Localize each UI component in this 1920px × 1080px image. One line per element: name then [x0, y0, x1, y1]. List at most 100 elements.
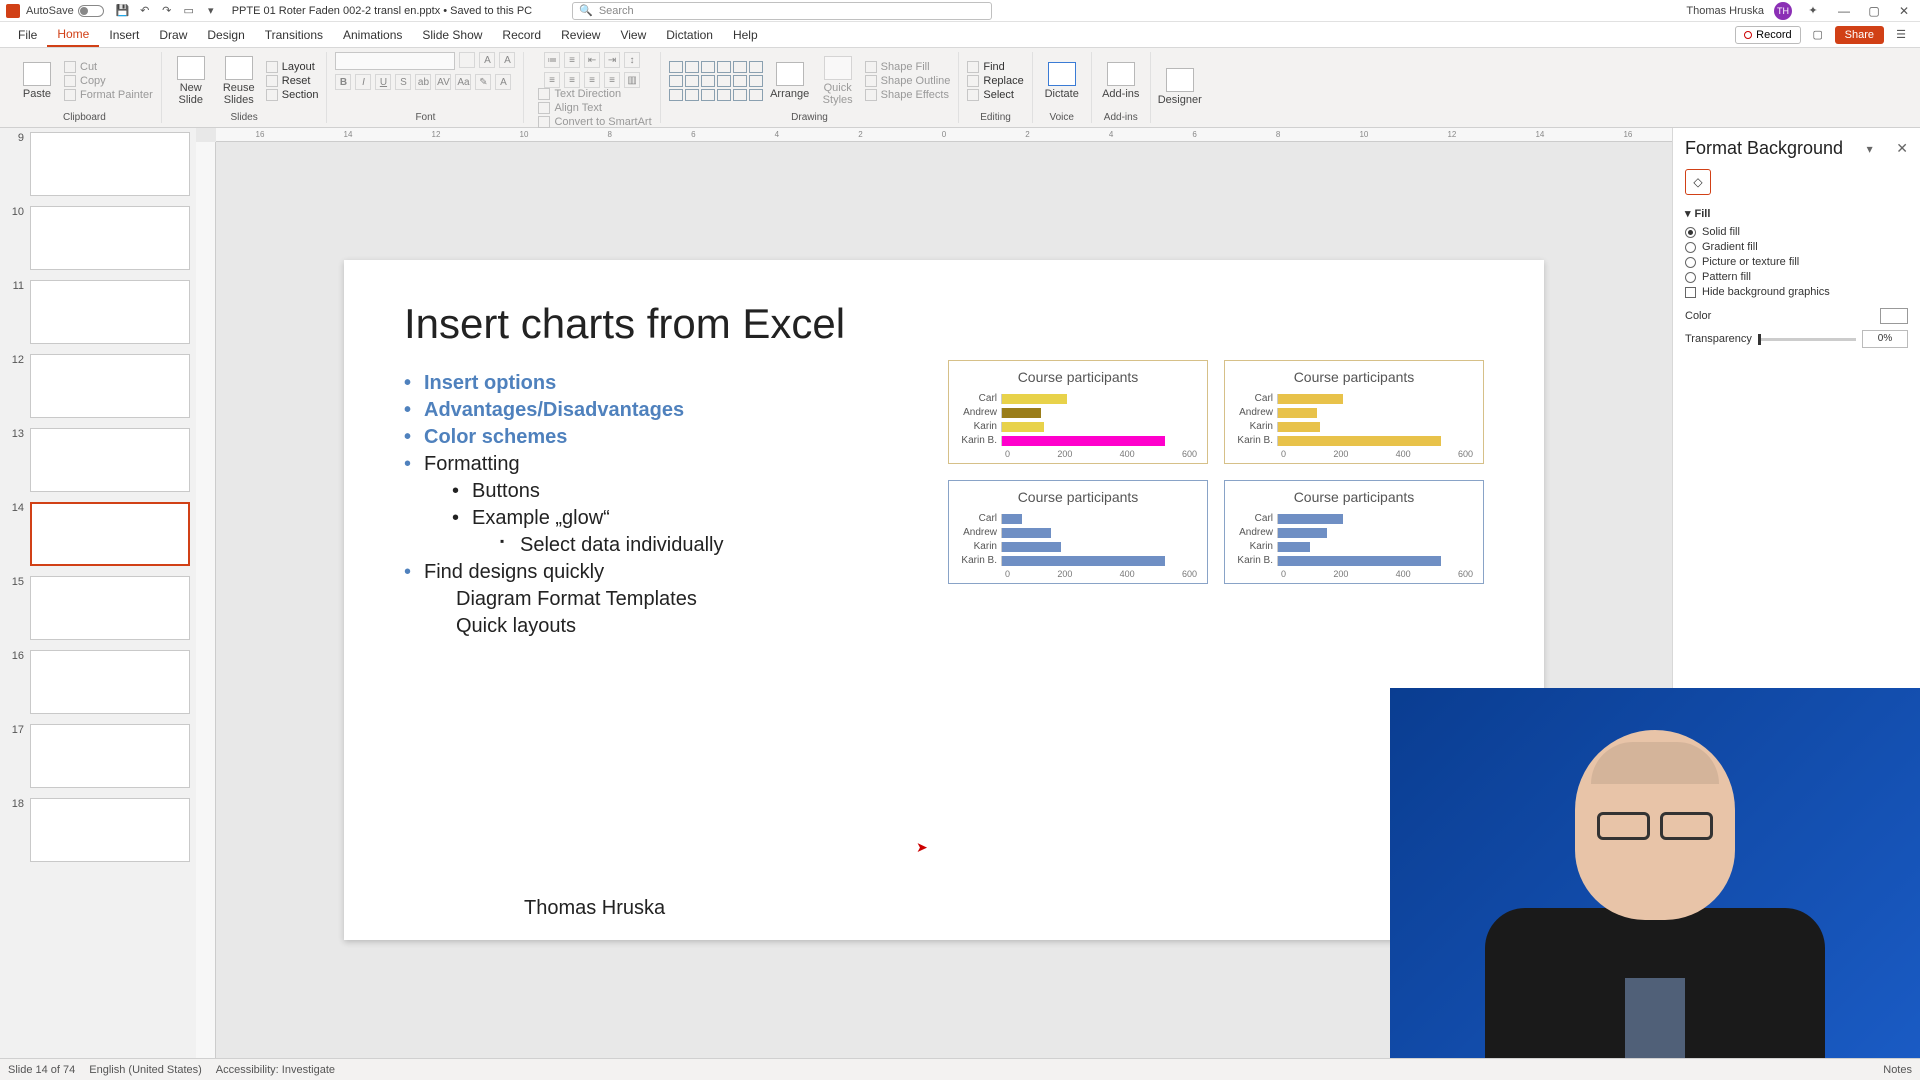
- tab-design[interactable]: Design: [197, 24, 254, 46]
- tab-review[interactable]: Review: [551, 24, 610, 46]
- gradient-fill-radio[interactable]: Gradient fill: [1685, 241, 1908, 253]
- select-button[interactable]: Select: [967, 89, 1023, 101]
- picture-fill-radio[interactable]: Picture or texture fill: [1685, 256, 1908, 268]
- redo-icon[interactable]: ↷: [158, 2, 176, 20]
- thumb-preview[interactable]: [30, 132, 190, 196]
- slide-footer[interactable]: Thomas Hruska: [524, 897, 665, 920]
- dictate-button[interactable]: Dictate: [1041, 62, 1083, 100]
- tab-draw[interactable]: Draw: [149, 24, 197, 46]
- font-color-button[interactable]: A: [495, 74, 511, 90]
- chart-1[interactable]: Course participantsCarlAndrewKarinKarin …: [948, 360, 1208, 464]
- toggle-pill[interactable]: [78, 5, 104, 17]
- thumbnail-11[interactable]: 11: [6, 280, 190, 344]
- quick-styles-button[interactable]: Quick Styles: [817, 56, 859, 106]
- tab-home[interactable]: Home: [47, 23, 99, 47]
- thumb-preview[interactable]: [30, 206, 190, 270]
- spacing-button[interactable]: AV: [435, 74, 451, 90]
- accessibility-indicator[interactable]: Accessibility: Investigate: [216, 1064, 335, 1076]
- font-family-select[interactable]: [335, 52, 455, 70]
- tab-transitions[interactable]: Transitions: [255, 24, 333, 46]
- new-slide-button[interactable]: New Slide: [170, 56, 212, 106]
- shadow-button[interactable]: ab: [415, 74, 431, 90]
- thumbnail-12[interactable]: 12: [6, 354, 190, 418]
- hide-bg-check[interactable]: Hide background graphics: [1685, 286, 1908, 298]
- slide-canvas[interactable]: Insert charts from Excel Insert options …: [344, 260, 1544, 940]
- grow-font-icon[interactable]: A: [479, 52, 495, 68]
- search-input[interactable]: 🔍 Search: [572, 2, 992, 20]
- thumbnail-13[interactable]: 13: [6, 428, 190, 492]
- thumbnail-9[interactable]: 9: [6, 132, 190, 196]
- from-beginning-icon[interactable]: ▭: [180, 2, 198, 20]
- underline-button[interactable]: U: [375, 74, 391, 90]
- reset-button[interactable]: Reset: [266, 75, 319, 87]
- embedded-charts[interactable]: Course participantsCarlAndrewKarinKarin …: [948, 360, 1484, 584]
- chevron-down-icon[interactable]: ▾: [1867, 142, 1873, 156]
- shape-outline-button[interactable]: Shape Outline: [865, 75, 951, 87]
- smartart-button[interactable]: Convert to SmartArt: [538, 116, 651, 128]
- autosave-toggle[interactable]: AutoSave: [26, 5, 104, 17]
- solid-fill-radio[interactable]: Solid fill: [1685, 226, 1908, 238]
- record-button[interactable]: Record: [1735, 26, 1800, 44]
- align-text-button[interactable]: Align Text: [538, 102, 651, 114]
- highlight-button[interactable]: ✎: [475, 74, 491, 90]
- fill-section[interactable]: ▾Fill: [1685, 207, 1908, 220]
- paste-button[interactable]: Paste: [16, 62, 58, 100]
- line-spacing-button[interactable]: ↕: [624, 52, 640, 68]
- tab-help[interactable]: Help: [723, 24, 768, 46]
- tab-slideshow[interactable]: Slide Show: [412, 24, 492, 46]
- slide-thumbnails-panel[interactable]: 9101112131415161718: [0, 128, 196, 1058]
- transparency-slider[interactable]: [1758, 338, 1856, 341]
- tab-dictation[interactable]: Dictation: [656, 24, 723, 46]
- italic-button[interactable]: I: [355, 74, 371, 90]
- tab-file[interactable]: File: [8, 24, 47, 46]
- strike-button[interactable]: S: [395, 74, 411, 90]
- save-icon[interactable]: 💾: [114, 2, 132, 20]
- thumbnail-16[interactable]: 16: [6, 650, 190, 714]
- undo-icon[interactable]: ↶: [136, 2, 154, 20]
- align-left-button[interactable]: ≡: [544, 72, 560, 88]
- find-button[interactable]: Find: [967, 61, 1023, 73]
- cut-button[interactable]: Cut: [64, 61, 153, 73]
- bullets-button[interactable]: ≔: [544, 52, 560, 68]
- thumbnail-17[interactable]: 17: [6, 724, 190, 788]
- fill-tab-icon[interactable]: ◇: [1685, 169, 1711, 195]
- indent-dec-button[interactable]: ⇤: [584, 52, 600, 68]
- thumb-preview[interactable]: [30, 280, 190, 344]
- thumb-preview[interactable]: [30, 650, 190, 714]
- comments-icon[interactable]: ☰: [1892, 26, 1910, 44]
- share-button[interactable]: Share: [1835, 26, 1884, 44]
- tab-insert[interactable]: Insert: [99, 24, 149, 46]
- chart-4[interactable]: Course participantsCarlAndrewKarinKarin …: [1224, 480, 1484, 584]
- case-button[interactable]: Aa: [455, 74, 471, 90]
- shape-effects-button[interactable]: Shape Effects: [865, 89, 951, 101]
- coming-soon-icon[interactable]: ✦: [1804, 2, 1822, 20]
- indent-inc-button[interactable]: ⇥: [604, 52, 620, 68]
- columns-button[interactable]: ▥: [624, 72, 640, 88]
- thumbnail-14[interactable]: 14: [6, 502, 190, 566]
- tab-animations[interactable]: Animations: [333, 24, 412, 46]
- align-right-button[interactable]: ≡: [584, 72, 600, 88]
- layout-button[interactable]: Layout: [266, 61, 319, 73]
- copy-button[interactable]: Copy: [64, 75, 153, 87]
- shape-fill-button[interactable]: Shape Fill: [865, 61, 951, 73]
- thumbnail-18[interactable]: 18: [6, 798, 190, 862]
- designer-button[interactable]: Designer: [1159, 68, 1201, 106]
- close-button[interactable]: ✕: [1894, 4, 1914, 18]
- chart-2[interactable]: Course participantsCarlAndrewKarinKarin …: [1224, 360, 1484, 464]
- chart-3[interactable]: Course participantsCarlAndrewKarinKarin …: [948, 480, 1208, 584]
- thumb-preview[interactable]: [30, 798, 190, 862]
- bullet-5a[interactable]: Diagram Format Templates: [452, 588, 1484, 611]
- numbering-button[interactable]: ≡: [564, 52, 580, 68]
- reuse-slides-button[interactable]: Reuse Slides: [218, 56, 260, 106]
- thumbnail-10[interactable]: 10: [6, 206, 190, 270]
- close-pane-button[interactable]: ✕: [1896, 140, 1908, 157]
- maximize-button[interactable]: ▢: [1864, 4, 1884, 18]
- arrange-button[interactable]: Arrange: [769, 62, 811, 100]
- thumb-preview[interactable]: [30, 724, 190, 788]
- language-indicator[interactable]: English (United States): [89, 1064, 202, 1076]
- addins-button[interactable]: Add-ins: [1100, 62, 1142, 100]
- transparency-value[interactable]: 0%: [1862, 330, 1908, 348]
- thumb-preview[interactable]: [30, 428, 190, 492]
- section-button[interactable]: Section: [266, 89, 319, 101]
- font-size-select[interactable]: [459, 52, 475, 68]
